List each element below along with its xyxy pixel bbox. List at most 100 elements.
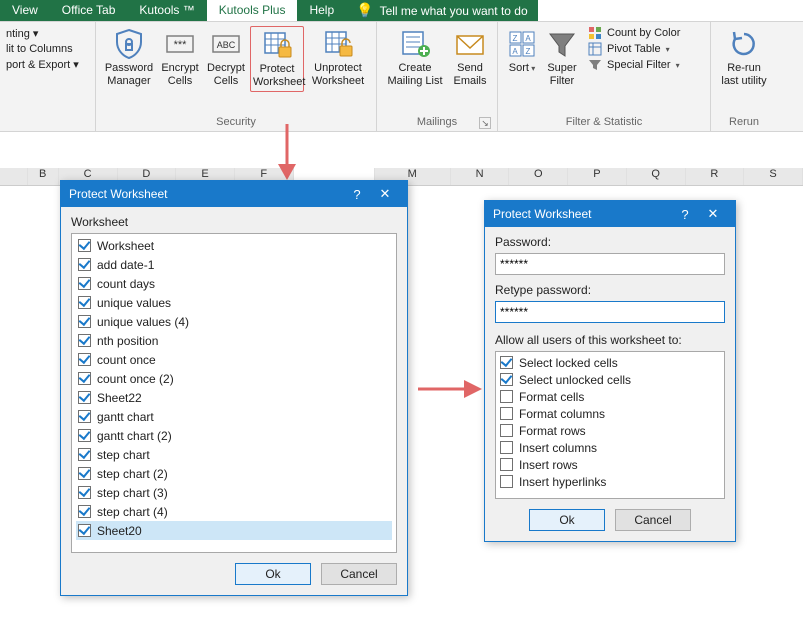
checkbox-icon[interactable]	[500, 475, 513, 488]
checkbox-icon[interactable]	[78, 467, 91, 480]
worksheet-listbox[interactable]: Worksheetadd date-1count daysunique valu…	[71, 233, 397, 553]
rerun-button[interactable]: Re-run last utility	[717, 26, 771, 90]
col-S[interactable]: S	[744, 168, 803, 185]
checkbox-icon[interactable]	[500, 356, 513, 369]
checkbox-icon[interactable]	[78, 334, 91, 347]
pivot-icon	[588, 42, 602, 56]
worksheet-row[interactable]: nth position	[76, 331, 392, 350]
split-to-columns[interactable]: lit to Columns	[6, 42, 85, 56]
checkbox-icon[interactable]	[500, 373, 513, 386]
password-manager-button[interactable]: Password Manager	[102, 26, 156, 90]
password-input[interactable]	[495, 253, 725, 275]
worksheet-row-label: step chart	[97, 448, 150, 462]
mailings-launcher[interactable]: ↘	[479, 117, 491, 129]
checkbox-icon[interactable]	[78, 353, 91, 366]
col-B[interactable]: B	[28, 168, 59, 185]
special-filter-button[interactable]: Special Filter	[588, 58, 704, 72]
checkbox-icon[interactable]	[500, 424, 513, 437]
dialog2-close-icon[interactable]: ✕	[699, 206, 727, 222]
count-by-color-button[interactable]: Count by Color	[588, 26, 704, 40]
worksheet-row[interactable]: step chart (4)	[76, 502, 392, 521]
checkbox-icon[interactable]	[78, 448, 91, 461]
permission-row[interactable]: Format rows	[500, 422, 720, 439]
retype-password-label: Retype password:	[495, 283, 725, 297]
worksheet-row[interactable]: count days	[76, 274, 392, 293]
checkbox-icon[interactable]	[78, 391, 91, 404]
checkbox-icon[interactable]	[500, 407, 513, 420]
checkbox-icon[interactable]	[78, 429, 91, 442]
col-corner[interactable]	[0, 168, 28, 185]
worksheet-row[interactable]: count once	[76, 350, 392, 369]
worksheet-row[interactable]: Sheet22	[76, 388, 392, 407]
permission-row[interactable]: Select locked cells	[500, 354, 720, 371]
sort-button[interactable]: ZAAZ Sort	[504, 26, 540, 77]
col-R[interactable]: R	[686, 168, 745, 185]
col-N[interactable]: N	[451, 168, 510, 185]
worksheet-row[interactable]: step chart	[76, 445, 392, 464]
dialog1-help-icon[interactable]: ?	[343, 187, 371, 202]
unprotect-worksheet-button[interactable]: Unprotect Worksheet	[306, 26, 370, 90]
checkbox-icon[interactable]	[500, 441, 513, 454]
checkbox-icon[interactable]	[78, 372, 91, 385]
dialog1-ok-button[interactable]: Ok	[235, 563, 311, 585]
group-label-blank	[6, 115, 89, 129]
tell-me-search[interactable]: 💡 Tell me what you want to do	[346, 0, 538, 21]
dialog2-ok-button[interactable]: Ok	[529, 509, 605, 531]
create-mailing-list-button[interactable]: Create Mailing List	[383, 26, 447, 90]
checkbox-icon[interactable]	[78, 296, 91, 309]
col-Q[interactable]: Q	[627, 168, 686, 185]
checkbox-icon[interactable]	[78, 410, 91, 423]
permission-row[interactable]: Insert rows	[500, 456, 720, 473]
permission-row[interactable]: Format columns	[500, 405, 720, 422]
dialog2-help-icon[interactable]: ?	[671, 207, 699, 222]
permission-row[interactable]: Insert columns	[500, 439, 720, 456]
worksheet-row[interactable]: count once (2)	[76, 369, 392, 388]
worksheet-row[interactable]: gantt chart (2)	[76, 426, 392, 445]
decrypt-cells-button[interactable]: ABC Decrypt Cells	[204, 26, 248, 90]
pivot-table-button[interactable]: Pivot Table	[588, 42, 704, 56]
checkbox-icon[interactable]	[78, 505, 91, 518]
send-emails-button[interactable]: Send Emails	[449, 26, 491, 90]
worksheet-row-label: step chart (4)	[97, 505, 168, 519]
encrypt-cells-button[interactable]: *** Encrypt Cells	[158, 26, 202, 90]
retype-password-input[interactable]	[495, 301, 725, 323]
tab-kutools-plus[interactable]: Kutools Plus	[207, 0, 298, 21]
tab-view[interactable]: View	[0, 0, 50, 21]
checkbox-icon[interactable]	[78, 277, 91, 290]
protect-worksheet-button[interactable]: Protect Worksheet	[250, 26, 304, 92]
permission-row[interactable]: Insert hyperlinks	[500, 473, 720, 490]
worksheet-row[interactable]: unique values	[76, 293, 392, 312]
checkbox-icon[interactable]	[78, 486, 91, 499]
col-P[interactable]: P	[568, 168, 627, 185]
checkbox-icon[interactable]	[78, 524, 91, 537]
dialog2-cancel-button[interactable]: Cancel	[615, 509, 691, 531]
tab-kutools[interactable]: Kutools ™	[127, 0, 206, 21]
worksheet-row[interactable]: Worksheet	[76, 236, 392, 255]
permission-row-label: Select unlocked cells	[519, 373, 631, 387]
import-export-dropdown[interactable]: port & Export ▾	[6, 57, 85, 72]
col-O[interactable]: O	[509, 168, 568, 185]
worksheet-row[interactable]: unique values (4)	[76, 312, 392, 331]
super-filter-button[interactable]: Super Filter	[542, 26, 582, 90]
worksheet-row[interactable]: Sheet20	[76, 521, 392, 540]
permissions-listbox[interactable]: Select locked cells Select unlocked cells…	[495, 351, 725, 499]
checkbox-icon[interactable]	[78, 258, 91, 271]
worksheet-row[interactable]: add date-1	[76, 255, 392, 274]
dialog1-close-icon[interactable]: ✕	[371, 186, 399, 202]
dialog1-titlebar[interactable]: Protect Worksheet ? ✕	[61, 181, 407, 207]
permission-row[interactable]: Select unlocked cells	[500, 371, 720, 388]
dialog2-titlebar[interactable]: Protect Worksheet ? ✕	[485, 201, 735, 227]
checkbox-icon[interactable]	[78, 315, 91, 328]
tab-office-tab[interactable]: Office Tab	[50, 0, 128, 21]
checkbox-icon[interactable]	[500, 458, 513, 471]
worksheet-row[interactable]: gantt chart	[76, 407, 392, 426]
tab-help[interactable]: Help	[297, 0, 346, 21]
checkbox-icon[interactable]	[500, 390, 513, 403]
dialog1-cancel-button[interactable]: Cancel	[321, 563, 397, 585]
checkbox-icon[interactable]	[78, 239, 91, 252]
group-mailings: Create Mailing List Send Emails Mailings…	[377, 22, 498, 131]
printing-dropdown[interactable]: nting ▾	[6, 26, 85, 41]
worksheet-row[interactable]: step chart (3)	[76, 483, 392, 502]
worksheet-row[interactable]: step chart (2)	[76, 464, 392, 483]
permission-row[interactable]: Format cells	[500, 388, 720, 405]
